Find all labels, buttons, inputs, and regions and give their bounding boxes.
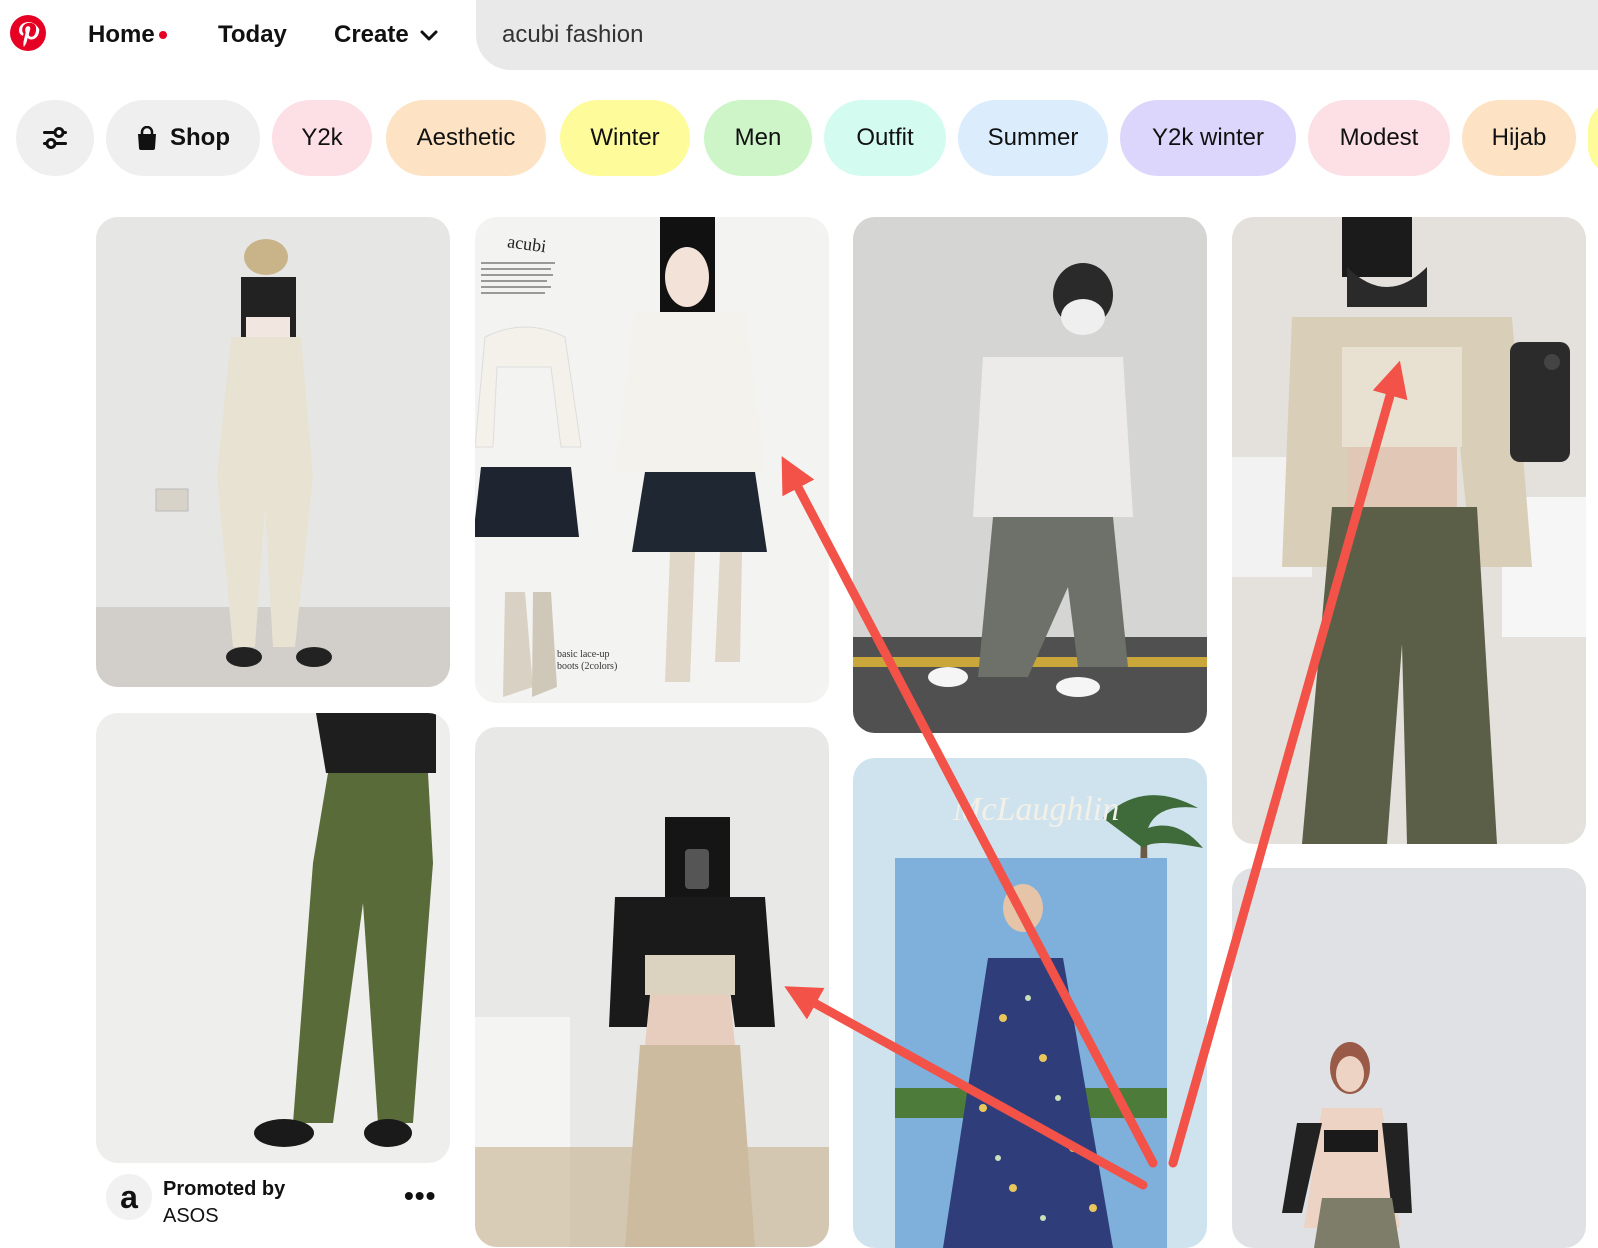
shop-chip[interactable]: Shop <box>106 100 260 176</box>
pin-image <box>1232 217 1586 844</box>
chevron-down-icon <box>420 30 438 41</box>
pin-black-bralette[interactable] <box>1232 868 1586 1248</box>
pin-mclaughlin-ad[interactable]: McLaughlin <box>853 758 1207 1248</box>
search-input[interactable] <box>500 20 1104 50</box>
pin-image: acubi basic lace-up boots (2colors) <box>475 217 829 703</box>
nav-create[interactable]: Create <box>334 20 439 50</box>
chip-winter[interactable]: Winter <box>560 100 690 176</box>
chip-aesthetic[interactable]: Aesthetic <box>386 100 546 176</box>
chip-y2k[interactable]: Y2k <box>272 100 372 176</box>
search-bar[interactable] <box>476 0 1598 70</box>
pin-acubi-knit-outfit[interactable]: acubi basic lace-up boots (2colors) <box>475 217 829 703</box>
pin-green-cargo-pants[interactable] <box>96 713 450 1163</box>
pin-black-crochet-shrug[interactable] <box>475 727 829 1247</box>
chip-modest[interactable]: Modest <box>1308 100 1450 176</box>
create-label: Create <box>334 21 409 48</box>
pin-puffer-jacket[interactable] <box>853 217 1207 733</box>
chip-outfit[interactable]: Outfit <box>824 100 946 176</box>
pin-crochet-shrug-cargo[interactable] <box>1232 217 1586 844</box>
pin-image: McLaughlin <box>853 758 1207 1248</box>
filter-button[interactable] <box>16 100 94 176</box>
brand-wordmark: McLaughlin <box>952 791 1119 828</box>
promoted-brand[interactable]: ASOS <box>163 1205 219 1228</box>
nav-today[interactable]: Today <box>218 20 287 50</box>
pin-image <box>96 217 450 687</box>
pin-image <box>96 713 450 1163</box>
chip-next-partial[interactable] <box>1588 100 1598 176</box>
filter-chips-row: Shop Y2k Aesthetic Winter Men Outfit Sum… <box>16 100 1598 176</box>
pin-cargo-pants-black-top[interactable] <box>96 217 450 687</box>
chip-men[interactable]: Men <box>704 100 812 176</box>
boots-caption-line1: basic lace-up <box>557 649 609 660</box>
pinterest-logo-icon[interactable] <box>10 15 46 51</box>
sliders-icon <box>43 127 67 149</box>
pin-image <box>853 217 1207 733</box>
shop-label: Shop <box>170 124 230 151</box>
pin-image <box>1232 868 1586 1248</box>
promoted-label: Promoted by <box>163 1178 286 1200</box>
shopping-bag-icon <box>138 126 156 150</box>
chip-summer[interactable]: Summer <box>958 100 1108 176</box>
nav-home[interactable]: Home <box>88 20 155 50</box>
chip-hijab[interactable]: Hijab <box>1462 100 1576 176</box>
boots-caption-line2: boots (2colors) <box>557 661 617 672</box>
notification-dot <box>159 31 167 39</box>
avatar-letter: a <box>120 1178 138 1215</box>
more-options-icon[interactable]: ••• <box>404 1180 436 1212</box>
asos-avatar[interactable]: a <box>106 1174 152 1220</box>
pin-image <box>475 727 829 1247</box>
chip-y2k-winter[interactable]: Y2k winter <box>1120 100 1296 176</box>
